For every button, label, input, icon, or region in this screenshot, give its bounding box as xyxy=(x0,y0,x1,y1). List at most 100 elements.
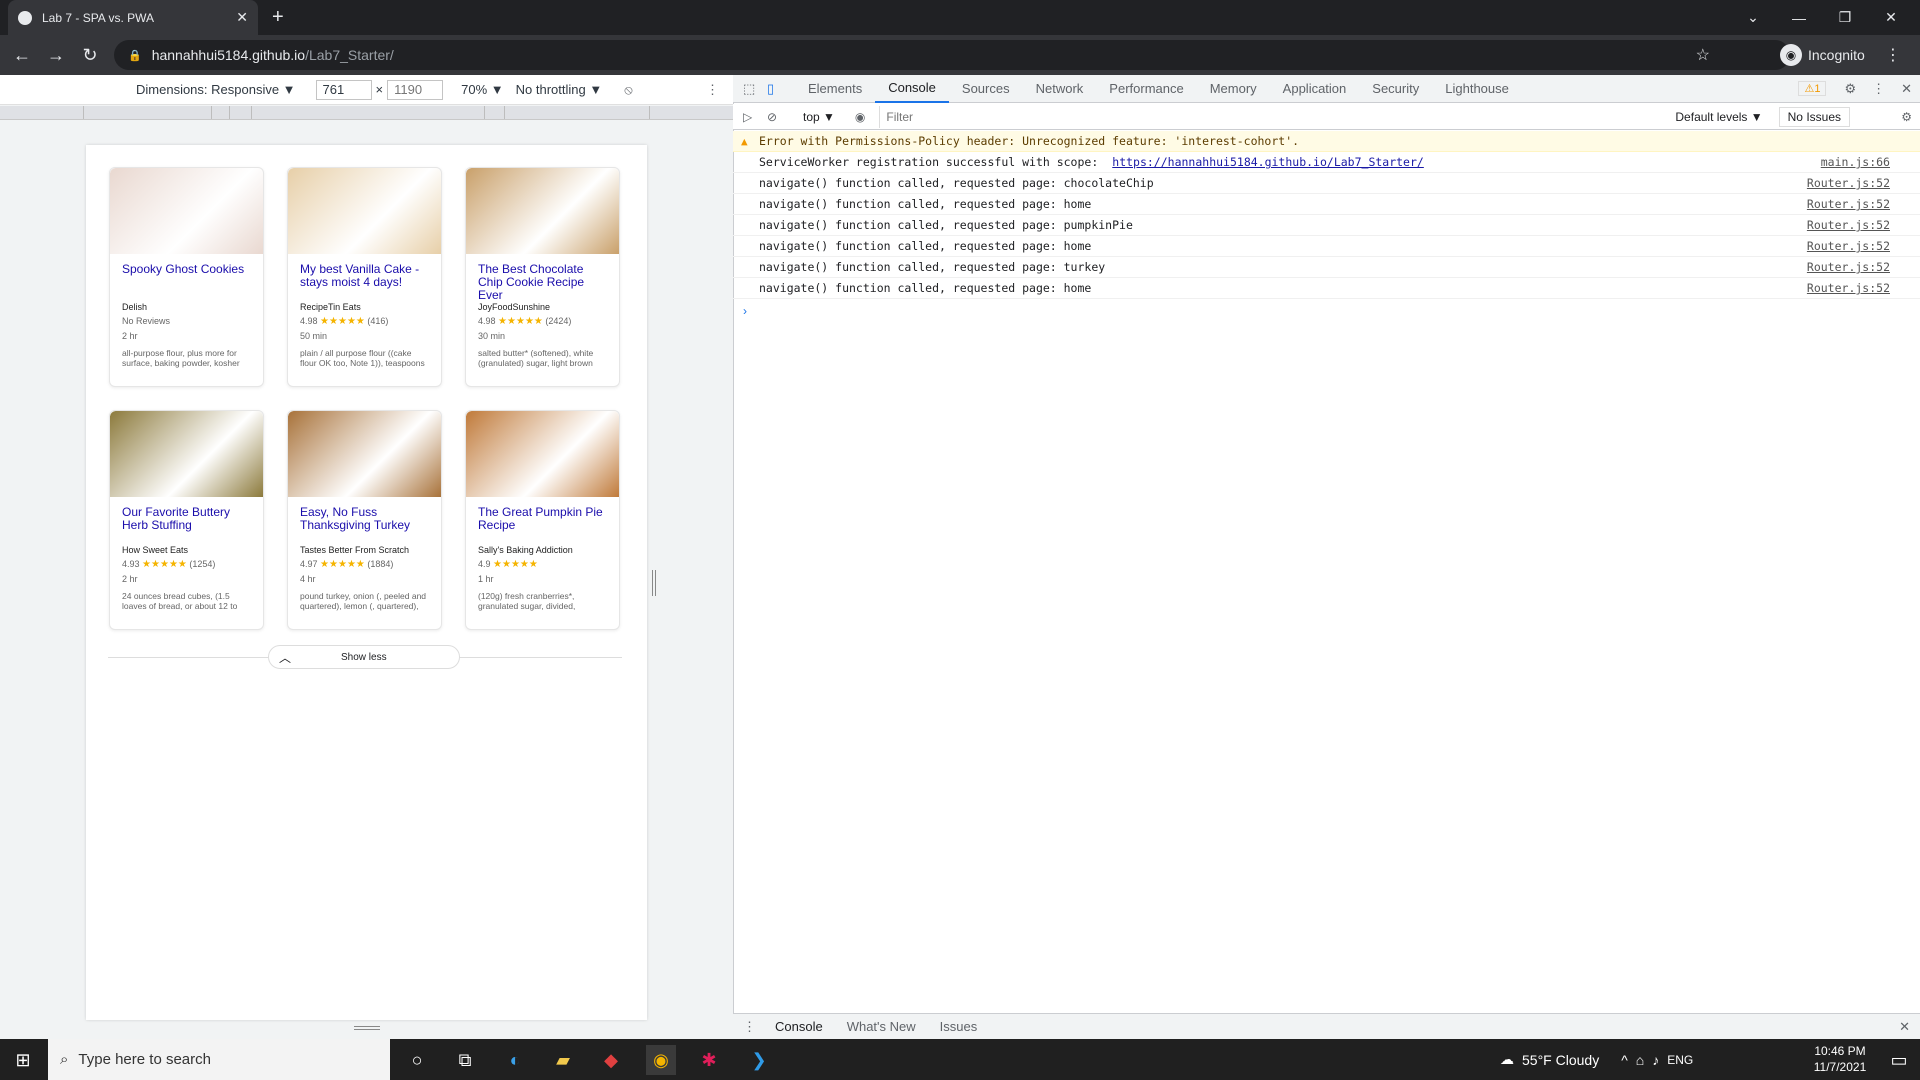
tab-sources[interactable]: Sources xyxy=(949,75,1023,103)
message-source-link[interactable]: Router.js:52 xyxy=(1807,281,1890,295)
drawer-tab-what-s-new[interactable]: What's New xyxy=(835,1019,928,1034)
ruler-segment[interactable] xyxy=(505,106,650,119)
message-source-link[interactable]: main.js:66 xyxy=(1821,155,1890,169)
ruler-segment[interactable] xyxy=(212,106,230,119)
close-window-icon[interactable]: ✕ xyxy=(1868,0,1914,35)
edge-icon[interactable]: ◐ xyxy=(500,1045,530,1075)
clear-console-icon[interactable]: ⊘ xyxy=(767,110,793,124)
tab-memory[interactable]: Memory xyxy=(1197,75,1270,103)
drawer-tab-console[interactable]: Console xyxy=(763,1019,835,1034)
minimize-icon[interactable]: — xyxy=(1776,0,1822,35)
incognito-indicator[interactable]: ◉ Incognito ⋮ xyxy=(1780,40,1901,70)
log-levels-select[interactable]: Default levels ▼ xyxy=(1675,110,1762,124)
settings-gear-icon[interactable]: ⚙ xyxy=(1844,81,1856,97)
file-explorer-icon[interactable]: ▰ xyxy=(548,1045,578,1075)
recipe-thumbnail[interactable] xyxy=(110,168,263,254)
tab-console[interactable]: Console xyxy=(875,75,949,103)
close-tab-icon[interactable]: ✕ xyxy=(236,9,248,26)
bookmark-star-icon[interactable]: ☆ xyxy=(1696,45,1710,65)
show-less-button[interactable]: ︿ Show less xyxy=(268,645,460,669)
console-filter-input[interactable] xyxy=(879,105,1670,128)
live-expression-eye-icon[interactable]: ◉ xyxy=(855,110,865,124)
dimensions-select[interactable]: Dimensions: Responsive ▼ xyxy=(136,82,296,97)
device-more-icon[interactable]: ⋮ xyxy=(706,82,719,98)
browser-tab[interactable]: Lab 7 - SPA vs. PWA ✕ xyxy=(8,0,258,35)
tray-chevron-icon[interactable]: ^ xyxy=(1621,1052,1628,1068)
reload-icon[interactable]: ↻ xyxy=(78,43,102,67)
recipe-card[interactable]: The Best Chocolate Chip Cookie Recipe Ev… xyxy=(465,167,620,387)
tab-lighthouse[interactable]: Lighthouse xyxy=(1432,75,1522,103)
restore-icon[interactable]: ❐ xyxy=(1822,0,1868,35)
recipe-thumbnail[interactable] xyxy=(466,411,619,497)
volume-icon[interactable]: ♪ xyxy=(1652,1052,1659,1068)
recipe-title[interactable]: Our Favorite Buttery Herb Stuffing xyxy=(110,497,263,541)
notifications-icon[interactable]: ▭ xyxy=(1884,1045,1914,1075)
devtools-menu-icon[interactable]: ⋮ xyxy=(1872,81,1885,97)
recipe-card[interactable]: Our Favorite Buttery Herb Stuffing How Sw… xyxy=(109,410,264,630)
message-source-link[interactable]: Router.js:52 xyxy=(1807,176,1890,190)
address-bar[interactable]: 🔒 hannahhui5184.github.io/Lab7_Starter/ … xyxy=(114,40,1790,70)
viewport-resize-handle[interactable] xyxy=(652,570,656,596)
drawer-tab-issues[interactable]: Issues xyxy=(928,1019,990,1034)
menu-kebab-icon[interactable]: ⋮ xyxy=(1885,45,1901,65)
device-toggle-icon[interactable]: ▯ xyxy=(767,81,795,97)
recipe-title[interactable]: Easy, No Fuss Thanksgiving Turkey xyxy=(288,497,441,541)
tab-security[interactable]: Security xyxy=(1359,75,1432,103)
height-input[interactable]: 1190 xyxy=(387,79,444,100)
recipe-title[interactable]: The Best Chocolate Chip Cookie Recipe Ev… xyxy=(466,254,619,302)
back-icon[interactable]: ← xyxy=(10,43,34,67)
close-devtools-icon[interactable]: ✕ xyxy=(1901,81,1912,97)
recipe-thumbnail[interactable] xyxy=(466,168,619,254)
task-view-icon[interactable]: ⧉ xyxy=(450,1045,480,1075)
recipe-card[interactable]: My best Vanilla Cake - stays moist 4 day… xyxy=(287,167,442,387)
tab-performance[interactable]: Performance xyxy=(1096,75,1196,103)
tab-network[interactable]: Network xyxy=(1023,75,1097,103)
inspect-element-icon[interactable]: ⬚ xyxy=(743,81,767,97)
drawer-menu-icon[interactable]: ⋮ xyxy=(743,1019,763,1035)
recipe-title[interactable]: Spooky Ghost Cookies xyxy=(110,254,263,298)
recipe-thumbnail[interactable] xyxy=(288,168,441,254)
console-settings-gear-icon[interactable]: ⚙ xyxy=(1901,110,1912,124)
recipe-thumbnail[interactable] xyxy=(110,411,263,497)
chrome-icon[interactable]: ◉ xyxy=(646,1045,676,1075)
message-link[interactable]: https://hannahhui5184.github.io/Lab7_Sta… xyxy=(1112,155,1424,169)
weather-text[interactable]: 55°F Cloudy xyxy=(1522,1052,1599,1068)
close-drawer-icon[interactable]: ✕ xyxy=(1899,1019,1910,1035)
zoom-select[interactable]: 70% ▼ xyxy=(461,82,504,97)
forward-icon[interactable]: → xyxy=(44,43,68,67)
vscode-icon[interactable]: ❯ xyxy=(744,1045,774,1075)
tab-elements[interactable]: Elements xyxy=(795,75,875,103)
rotate-icon[interactable]: ⦸ xyxy=(624,82,632,98)
context-select[interactable]: top ▼ xyxy=(803,110,835,124)
taskbar-search[interactable]: ⌕ Type here to search xyxy=(48,1039,390,1080)
ruler-segment[interactable] xyxy=(252,106,485,119)
app-icon[interactable]: ◆ xyxy=(596,1045,626,1075)
message-source-link[interactable]: Router.js:52 xyxy=(1807,260,1890,274)
width-input[interactable]: 761 xyxy=(315,79,372,100)
warning-count-badge[interactable]: ⚠1 xyxy=(1798,81,1827,96)
message-source-link[interactable]: Router.js:52 xyxy=(1807,197,1890,211)
cortana-icon[interactable]: ○ xyxy=(402,1045,432,1075)
recipe-thumbnail[interactable] xyxy=(288,411,441,497)
recipe-card[interactable]: Spooky Ghost Cookies Delish No Reviews 2 h… xyxy=(109,167,264,387)
recipe-title[interactable]: My best Vanilla Cake - stays moist 4 day… xyxy=(288,254,441,298)
slack-icon[interactable]: ✱ xyxy=(694,1045,724,1075)
ruler-segment[interactable] xyxy=(230,106,252,119)
media-query-ruler[interactable] xyxy=(0,106,733,120)
sidebar-toggle-icon[interactable]: ▷ xyxy=(743,110,767,124)
recipe-card[interactable]: The Great Pumpkin Pie Recipe Sally's Baki… xyxy=(465,410,620,630)
language-indicator[interactable]: ENG xyxy=(1667,1053,1693,1067)
message-source-link[interactable]: Router.js:52 xyxy=(1807,218,1890,232)
ruler-segment[interactable] xyxy=(84,106,212,119)
message-source-link[interactable]: Router.js:52 xyxy=(1807,239,1890,253)
viewport-bottom-resize-handle[interactable] xyxy=(354,1026,380,1030)
throttling-select[interactable]: No throttling ▼ xyxy=(516,82,603,97)
ruler-segment[interactable] xyxy=(485,106,505,119)
clock[interactable]: 10:46 PM 11/7/2021 xyxy=(1800,1043,1880,1075)
windows-start-icon[interactable]: ⊞ xyxy=(8,1045,38,1075)
new-tab-icon[interactable]: + xyxy=(272,6,284,28)
recipe-card[interactable]: Easy, No Fuss Thanksgiving Turkey Tastes … xyxy=(287,410,442,630)
issues-button[interactable]: No Issues xyxy=(1778,106,1850,127)
recipe-title[interactable]: The Great Pumpkin Pie Recipe xyxy=(466,497,619,541)
tab-search-icon[interactable]: ⌄ xyxy=(1730,0,1776,35)
